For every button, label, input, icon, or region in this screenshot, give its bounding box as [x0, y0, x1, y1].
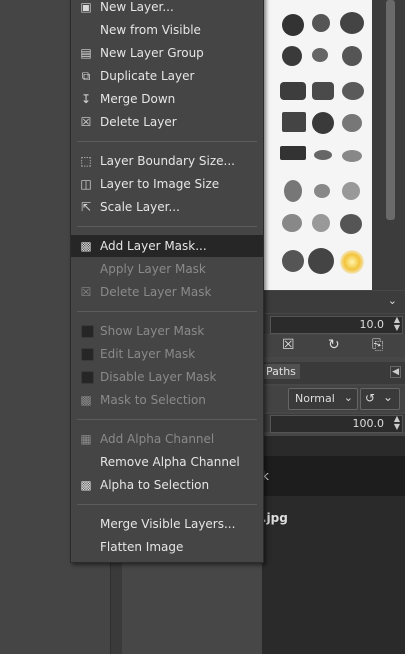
- menu-item-scale-layer[interactable]: ⇱ Scale Layer...: [71, 196, 263, 218]
- menu-item-layer-to-image-size[interactable]: ◫ Layer to Image Size: [71, 173, 263, 195]
- mask-selection-icon: ▩: [80, 393, 92, 407]
- brush-thumb[interactable]: [340, 12, 364, 34]
- brush-scrollbar[interactable]: [372, 0, 405, 290]
- menu-item-add-layer-mask[interactable]: ▩ Add Layer Mask...: [71, 235, 263, 257]
- brush-thumb[interactable]: [312, 48, 328, 62]
- alpha-selection-icon: ▩: [80, 478, 92, 492]
- add-mask-icon: ▩: [80, 239, 92, 253]
- brush-thumb[interactable]: [282, 46, 302, 66]
- brush-thumb[interactable]: [314, 184, 330, 198]
- reset-icon: ↺: [365, 391, 376, 405]
- layer-context-menu: ▣ New Layer... New from Visible ▤ New La…: [70, 0, 264, 563]
- spacing-value: 10.0: [359, 318, 385, 331]
- spin-arrows-icon[interactable]: ▲ ▼: [394, 316, 400, 332]
- menu-item-apply-layer-mask[interactable]: Apply Layer Mask: [71, 258, 263, 280]
- refresh-icon[interactable]: ↻: [328, 337, 340, 353]
- dock-tabs: Paths ◀: [262, 362, 405, 384]
- opacity-row: 100.0 ▲ ▼: [262, 414, 405, 433]
- menu-item-merge-visible-layers[interactable]: Merge Visible Layers...: [71, 513, 263, 535]
- menu-separator: [77, 311, 257, 312]
- merge-down-icon: ↧: [80, 92, 92, 106]
- image-name: .jpg: [262, 511, 288, 525]
- menu-item-mask-to-selection[interactable]: ▩ Mask to Selection: [71, 389, 263, 411]
- spin-arrows-icon[interactable]: ▲ ▼: [394, 415, 400, 431]
- export-icon[interactable]: ⎘: [372, 337, 383, 353]
- opacity-value: 100.0: [352, 417, 385, 430]
- menu-item-layer-boundary-size[interactable]: ⬚ Layer Boundary Size...: [71, 150, 263, 172]
- delete-icon: ☒: [80, 115, 92, 129]
- brush-thumb[interactable]: [314, 150, 332, 160]
- alpha-channel-icon: ▦: [80, 432, 92, 446]
- tab-menu-icon[interactable]: ◀: [390, 366, 401, 378]
- menu-item-new-layer-group[interactable]: ▤ New Layer Group: [71, 42, 263, 64]
- spacing-row: 10.0 ▲ ▼: [262, 314, 405, 334]
- menu-item-remove-alpha-channel[interactable]: Remove Alpha Channel: [71, 451, 263, 473]
- menu-separator: [77, 141, 257, 142]
- menu-separator: [77, 504, 257, 505]
- layers-list: k .jpg: [262, 436, 405, 654]
- menu-item-delete-layer[interactable]: ☒ Delete Layer: [71, 111, 263, 133]
- scroll-thumb[interactable]: [386, 0, 395, 220]
- brush-thumb[interactable]: [312, 14, 330, 32]
- menu-item-edit-layer-mask[interactable]: Edit Layer Mask: [71, 343, 263, 365]
- menu-separator: [77, 226, 257, 227]
- brush-thumb[interactable]: [308, 248, 334, 274]
- checkbox[interactable]: [81, 325, 94, 338]
- brush-thumb[interactable]: [282, 14, 304, 36]
- checkbox[interactable]: [81, 371, 94, 384]
- delete-mask-icon: ☒: [80, 285, 92, 299]
- duplicate-icon: ⧉: [81, 69, 91, 83]
- brush-thumb[interactable]: [340, 214, 362, 234]
- layer-group-icon: ▤: [80, 46, 92, 60]
- brush-grid[interactable]: [262, 0, 372, 290]
- brush-thumb[interactable]: [282, 214, 302, 232]
- brush-thumb[interactable]: [312, 82, 334, 100]
- mode-row: Normal ⌄ ↺ ⌄: [262, 386, 405, 412]
- checkbox[interactable]: [81, 348, 94, 361]
- delete-brush-icon[interactable]: ☒: [282, 337, 295, 353]
- boundary-size-icon: ⬚: [80, 154, 92, 168]
- brush-thumb[interactable]: [282, 250, 304, 272]
- opacity-spinbox[interactable]: 100.0 ▲ ▼: [270, 415, 403, 433]
- new-layer-icon: ▣: [80, 0, 92, 14]
- menu-item-new-layer[interactable]: ▣ New Layer...: [71, 0, 263, 18]
- brush-thumb[interactable]: [280, 82, 306, 100]
- menu-item-flatten-image[interactable]: Flatten Image: [71, 536, 263, 558]
- brush-thumb[interactable]: [282, 112, 306, 132]
- menu-item-new-from-visible[interactable]: New from Visible: [71, 19, 263, 41]
- brush-combo[interactable]: ⌄: [262, 291, 405, 313]
- menu-item-show-layer-mask[interactable]: Show Layer Mask: [71, 320, 263, 342]
- to-image-size-icon: ◫: [80, 177, 92, 191]
- brush-thumb[interactable]: [312, 112, 334, 134]
- brush-thumb[interactable]: [284, 180, 302, 202]
- chevron-down-icon: ⌄: [343, 391, 353, 404]
- menu-item-duplicate-layer[interactable]: ⧉ Duplicate Layer: [71, 65, 263, 87]
- scale-icon: ⇱: [80, 200, 92, 214]
- brush-thumb[interactable]: [342, 182, 360, 200]
- mode-select[interactable]: Normal ⌄: [288, 388, 358, 410]
- menu-item-delete-layer-mask[interactable]: ☒ Delete Layer Mask: [71, 281, 263, 303]
- brush-thumb[interactable]: [342, 82, 364, 100]
- brush-thumb[interactable]: [342, 114, 362, 132]
- brush-thumb[interactable]: [342, 46, 362, 66]
- composite-mode-select[interactable]: ↺ ⌄: [360, 388, 400, 410]
- chevron-down-icon: ⌄: [383, 390, 394, 404]
- layer-row[interactable]: k: [262, 456, 405, 496]
- menu-separator: [77, 419, 257, 420]
- menu-item-disable-layer-mask[interactable]: Disable Layer Mask: [71, 366, 263, 388]
- brush-thumb[interactable]: [342, 150, 362, 162]
- brush-thumb[interactable]: [280, 146, 306, 160]
- brush-thumb[interactable]: [312, 214, 330, 232]
- menu-item-add-alpha-channel[interactable]: ▦ Add Alpha Channel: [71, 428, 263, 450]
- menu-item-merge-down[interactable]: ↧ Merge Down: [71, 88, 263, 110]
- menu-item-alpha-to-selection[interactable]: ▩ Alpha to Selection: [71, 474, 263, 496]
- brush-action-row: ☒ ↻ ⎘: [262, 335, 405, 357]
- chevron-down-icon[interactable]: ⌄: [388, 294, 397, 307]
- mode-value: Normal: [295, 392, 335, 405]
- tab-paths[interactable]: Paths: [262, 364, 300, 379]
- brush-thumb[interactable]: [340, 250, 364, 274]
- spacing-spinbox[interactable]: 10.0 ▲ ▼: [270, 316, 403, 334]
